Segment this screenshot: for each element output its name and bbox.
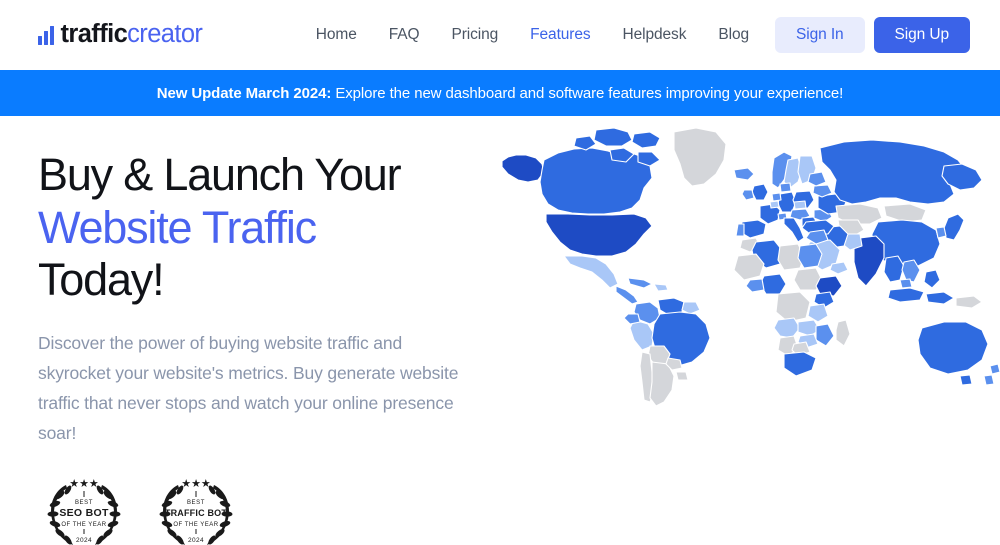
country-portugal [735,223,745,237]
hero-section: Buy & Launch Your Website Traffic Today!… [0,116,1000,545]
country-hispaniola [653,283,669,292]
country-west-africa-1 [733,253,765,281]
country-canada-arctic-2 [631,131,661,149]
country-australia [917,321,989,375]
country-iceland [733,167,755,181]
country-japan [943,213,965,241]
country-belgium [769,200,780,209]
country-korea [935,226,947,239]
logo-text: trafficcreator [61,22,203,48]
announcement-body: Explore the new dashboard and software f… [331,84,844,102]
nav-link-home[interactable]: Home [300,18,373,52]
country-ecuador [623,313,641,325]
country-malaysia [899,278,913,289]
country-canada [539,147,653,215]
nav-link-blog[interactable]: Blog [702,18,765,52]
announcement-prefix: New Update March 2024: [156,84,332,102]
badge-top-1: BEST [75,500,93,506]
country-nigeria [759,273,787,295]
country-tanzania [807,303,829,323]
nav-link-pricing[interactable]: Pricing [435,18,514,52]
country-ireland [741,189,755,201]
country-united-states [545,213,653,257]
country-italy [783,217,805,243]
country-new-zealand-1 [989,363,1000,375]
badge-stars-1: ★★★ [69,478,99,490]
announcement-banner[interactable]: New Update March 2024: Explore the new d… [0,70,1000,116]
country-czech [793,200,807,210]
badge-sub-1: OF THE YEAR [61,522,106,528]
nav-link-helpdesk[interactable]: Helpdesk [607,18,703,52]
award-badges: ★★★ BEST SEO BOT OF THE YEAR 2024 ★★★ BE… [38,471,500,545]
award-badge-seo-bot: ★★★ BEST SEO BOT OF THE YEAR 2024 [47,478,121,545]
hero-title-line-1: Buy & Launch Your [38,149,402,200]
country-baltics [807,171,827,187]
logo-word-traffic: traffic [60,20,128,49]
country-congo [775,291,811,323]
hero-title-line-3: Today! [38,254,165,306]
country-new-zealand-2 [983,374,995,386]
sign-in-button[interactable]: Sign In [774,17,865,53]
hero-subtitle: Discover the power of buying website tra… [38,332,459,444]
country-indonesia-1 [887,287,925,303]
hero-copy: Buy & Launch Your Website Traffic Today!… [0,116,500,545]
logo[interactable]: trafficcreator [38,22,203,48]
country-ghana [745,278,765,293]
main-navigation: Home FAQ Pricing Features Helpdesk Blog … [300,17,970,53]
country-denmark [779,182,792,193]
site-header: trafficcreator Home FAQ Pricing Features… [0,0,1000,70]
badge-year-1: 2024 [76,537,92,544]
world-map-svg [501,127,1000,407]
page-title: Buy & Launch Your Website Traffic Today! [38,149,500,307]
hero-title-line-2: Website Traffic [38,201,317,253]
bar-chart-icon [38,25,54,45]
country-uruguay [675,371,689,381]
nav-link-features[interactable]: Features [514,18,606,52]
badge-main-2: TRAFFIC BOT [165,508,227,518]
hero-visual [500,116,1000,545]
sign-up-button[interactable]: Sign Up [873,17,970,53]
world-map [492,122,1000,452]
badge-top-2: BEST [187,500,205,506]
country-madagascar [835,319,851,347]
award-badge-traffic-bot: ★★★ BEST TRAFFIC BOT OF THE YEAR 2024 [159,478,233,545]
country-yemen-oman [829,261,849,275]
badge-main-1: SEO BOT [59,507,109,519]
country-alaska [501,154,545,183]
country-central-america [615,285,639,305]
country-mexico [563,255,619,289]
country-indonesia-2 [925,291,955,305]
badge-sub-2: OF THE YEAR [173,522,218,528]
badge-stars-2: ★★★ [181,478,211,490]
country-egypt [797,243,823,269]
country-canada-arctic-1 [593,127,633,147]
country-cuba [627,277,653,289]
announcement-text: New Update March 2024: Explore the new d… [157,85,844,102]
country-new-guinea [955,295,983,309]
nav-link-faq[interactable]: FAQ [373,18,436,52]
country-greenland [673,127,727,187]
country-netherlands [771,192,782,202]
country-south-africa [783,351,817,377]
country-mozambique [815,323,835,347]
badge-year-2: 2024 [188,537,204,544]
country-philippines [923,269,941,289]
country-angola [773,317,801,339]
country-tasmania [959,374,973,386]
logo-word-creator: creator [127,20,203,49]
country-mongolia [883,203,927,223]
